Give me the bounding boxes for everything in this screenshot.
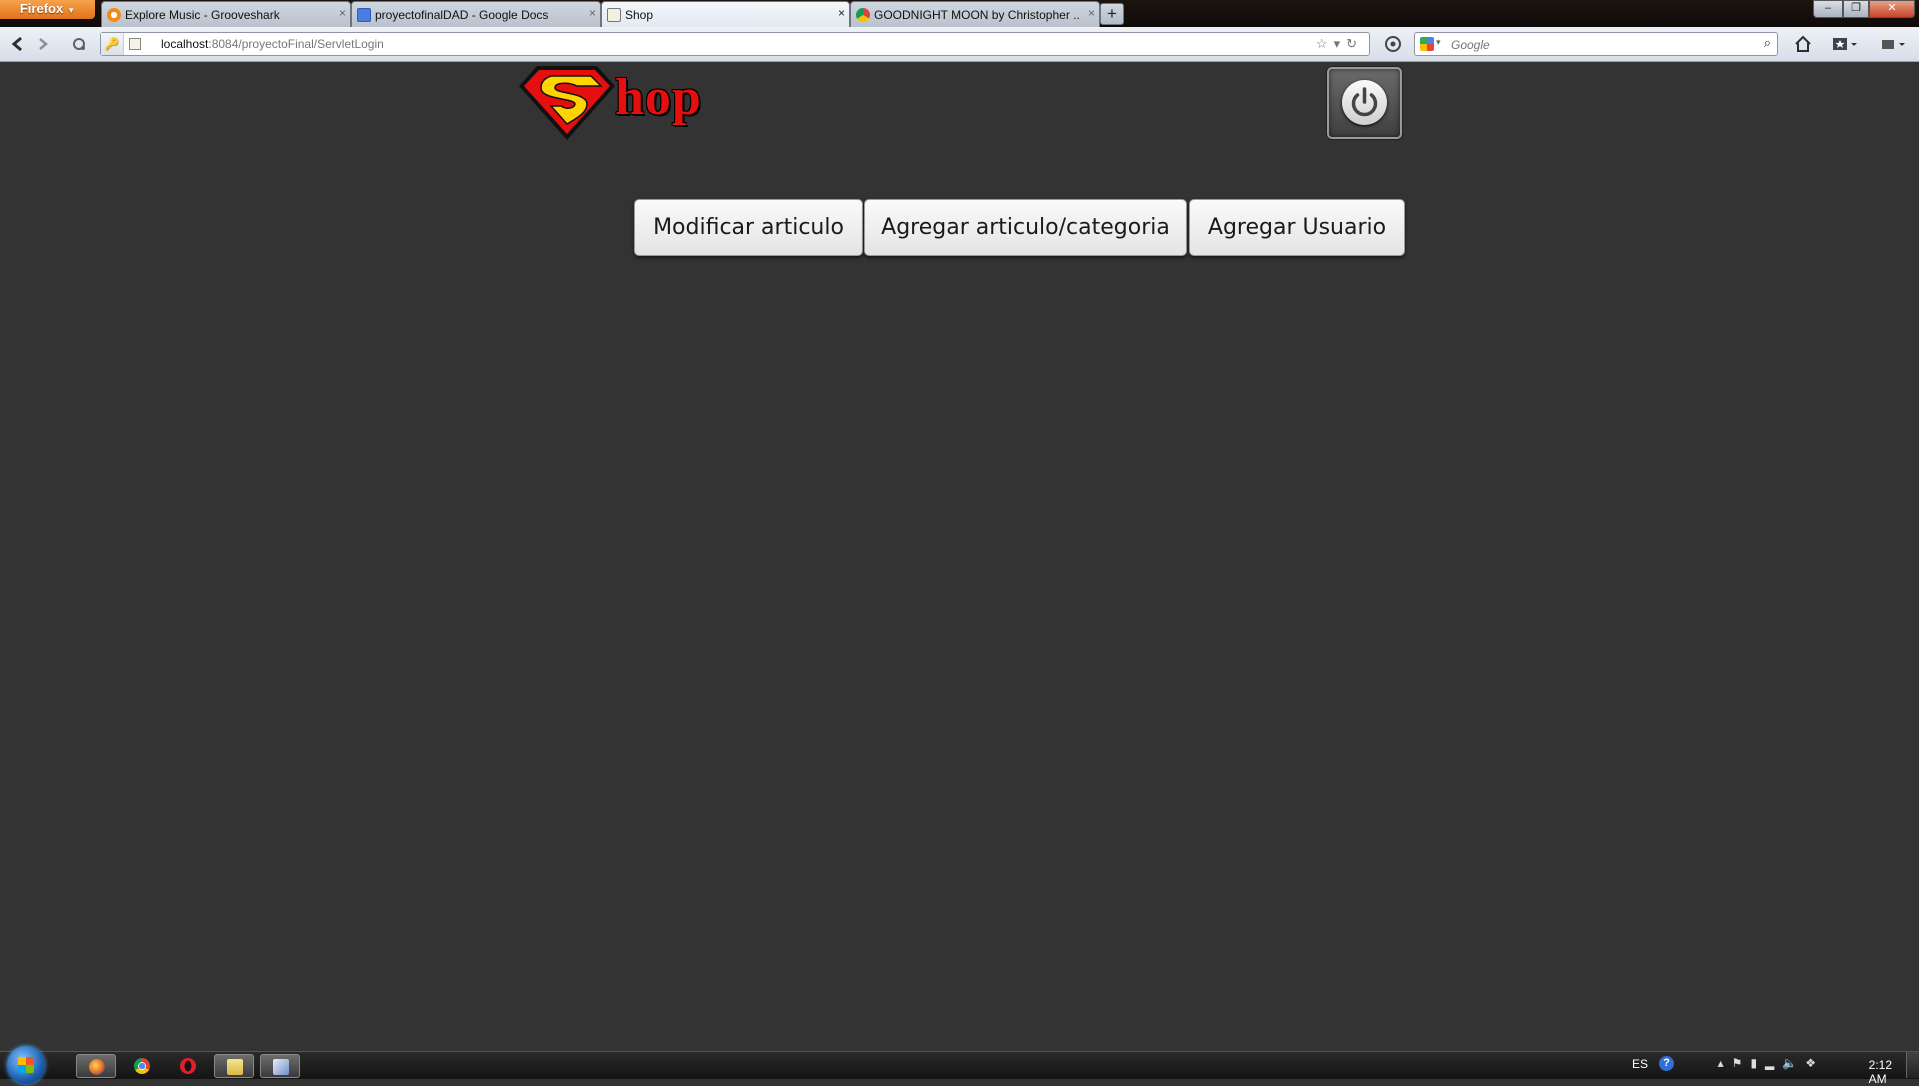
tab-close-icon[interactable]: × [838, 6, 845, 20]
search-engine-dropdown-icon[interactable]: ▾ [1436, 37, 1441, 48]
google-logo-icon[interactable] [1420, 37, 1434, 51]
grooveshark-icon [107, 8, 121, 22]
dropbox-icon[interactable]: ❖ [1805, 1056, 1824, 1070]
url-host: localhost [161, 37, 209, 51]
bookmarks-menu-icon[interactable] [1828, 33, 1862, 55]
browser-titlebar: Firefox ▼ Explore Music - Grooveshark × p… [0, 0, 1919, 27]
power-icon [1351, 87, 1378, 117]
reload-page-icon[interactable]: ↻ [1346, 36, 1363, 51]
add-user-button[interactable]: Agregar Usuario [1189, 199, 1405, 256]
taskbar-explorer[interactable] [214, 1054, 254, 1078]
shop-logo: hop [517, 62, 707, 144]
tab-label: Explore Music - Grooveshark [125, 8, 280, 22]
reload-icon[interactable] [68, 33, 90, 55]
url-path: :8084/proyectoFinal/ServletLogin [208, 37, 384, 51]
language-indicator[interactable]: ES [1632, 1057, 1648, 1071]
tab-label: Shop [625, 8, 654, 22]
google-docs-icon [357, 8, 371, 22]
start-button[interactable] [7, 1046, 45, 1084]
volume-icon[interactable]: 🔈 [1782, 1056, 1805, 1070]
add-article-category-button[interactable]: Agregar articulo/categoria [864, 199, 1187, 256]
maximize-button[interactable]: ❐ [1843, 0, 1869, 18]
logo-text: hop [615, 69, 702, 126]
search-icon[interactable]: ⌕ [1764, 35, 1771, 51]
tab-label: GOODNIGHT MOON by Christopher ... [874, 8, 1081, 22]
bookmark-star-icon[interactable]: ☆ [1316, 36, 1334, 51]
opera-icon [180, 1058, 196, 1074]
history-dropdown-icon[interactable]: ▾ [1334, 36, 1347, 51]
windows-taskbar: ES ? ▴⚑▮▂🔈❖ 2:12 AM [0, 1046, 1919, 1086]
firefox-icon [89, 1059, 105, 1075]
taskbar-firefox[interactable] [76, 1054, 116, 1078]
chrome-icon [856, 8, 870, 22]
address-bar-icons: ☆▾↻ [1316, 36, 1363, 52]
search-bar[interactable]: ▾ ⌕ [1414, 32, 1778, 56]
addon-icon[interactable] [1382, 33, 1404, 55]
help-icon[interactable]: ? [1659, 1056, 1674, 1071]
modify-article-button[interactable]: Modificar articulo [634, 199, 863, 256]
tab-close-icon[interactable]: × [1088, 6, 1095, 20]
chevron-down-icon: ▼ [67, 6, 76, 15]
page-icon [129, 38, 141, 50]
tab-label: proyectofinalDAD - Google Docs [375, 8, 549, 22]
network-icon[interactable]: ▮ [1750, 1056, 1765, 1070]
firefox-menu-label: Firefox [19, 1, 64, 16]
tab-grooveshark[interactable]: Explore Music - Grooveshark × [101, 1, 351, 27]
close-window-button[interactable]: ✕ [1869, 0, 1915, 18]
page-icon [607, 8, 621, 22]
navigation-toolbar: 🔑 localhost:8084/proyectoFinal/ServletLo… [0, 27, 1919, 62]
url-text[interactable]: localhost:8084/proyectoFinal/ServletLogi… [161, 37, 384, 51]
tab-shop[interactable]: Shop × [601, 1, 850, 27]
taskbar-clock[interactable]: 2:12 AM [1869, 1058, 1892, 1086]
tab-close-icon[interactable]: × [589, 6, 596, 20]
windows-logo-icon [18, 1057, 34, 1073]
folders-icon [227, 1059, 243, 1075]
new-tab-button[interactable]: + [1100, 3, 1124, 25]
site-identity-key-icon[interactable]: 🔑 [101, 33, 124, 55]
virtualbox-icon [273, 1059, 289, 1075]
taskbar-virtualbox[interactable] [260, 1054, 300, 1078]
taskbar-chrome[interactable] [122, 1054, 162, 1078]
superman-shield-icon [519, 66, 615, 140]
tab-goodnight-moon[interactable]: GOODNIGHT MOON by Christopher ... × [850, 1, 1100, 27]
show-hidden-icons-icon[interactable]: ▴ [1718, 1056, 1732, 1070]
address-bar[interactable]: 🔑 localhost:8084/proyectoFinal/ServletLo… [100, 32, 1370, 56]
tray-icons: ▴⚑▮▂🔈❖ [1718, 1056, 1824, 1070]
action-center-flag-icon[interactable]: ⚑ [1732, 1056, 1751, 1070]
signal-icon[interactable]: ▂ [1765, 1056, 1782, 1070]
firefox-menu-button[interactable]: Firefox ▼ [0, 0, 95, 19]
tab-close-icon[interactable]: × [339, 6, 346, 20]
search-input[interactable] [1449, 35, 1753, 55]
home-icon[interactable] [1791, 33, 1815, 55]
taskbar-opera[interactable] [168, 1054, 208, 1078]
logout-power-button[interactable] [1327, 67, 1402, 139]
tab-google-docs[interactable]: proyectofinalDAD - Google Docs × [351, 1, 601, 27]
minimize-button[interactable]: ‒ [1813, 0, 1843, 18]
show-desktop-button[interactable] [1906, 1052, 1919, 1078]
addon-menu-icon[interactable] [1876, 33, 1910, 55]
back-arrow-icon[interactable] [6, 33, 30, 55]
chrome-icon [134, 1058, 150, 1074]
forward-arrow-icon[interactable] [32, 33, 54, 55]
